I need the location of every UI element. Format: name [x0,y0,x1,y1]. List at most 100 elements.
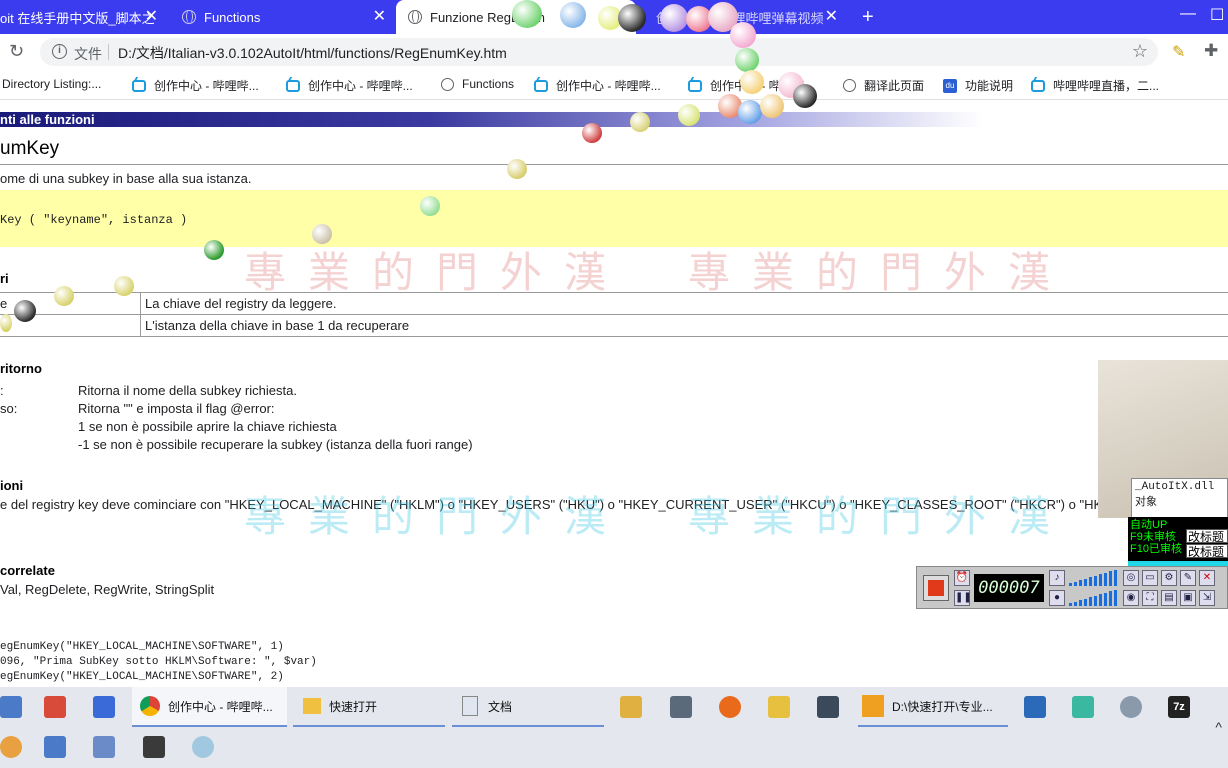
ball-decoration [660,4,688,32]
taskbar-documents[interactable]: 文档 [452,687,604,727]
folder-icon[interactable] [768,696,790,718]
settings-icon[interactable]: ⚙ [1161,570,1177,586]
ball-decoration [740,70,764,94]
app-icon[interactable] [192,736,214,758]
address-url[interactable]: D:/文档/Italian-v3.0.102AutoIt/html/functi… [118,43,507,63]
ball-decoration [760,94,784,118]
webcam-icon[interactable]: ◎ [1123,570,1139,586]
close-icon[interactable]: ✕ [1199,570,1215,586]
bookmark-functions[interactable]: Functions [441,77,514,91]
app-icon[interactable] [1024,696,1046,718]
magnifier-icon[interactable] [719,696,741,718]
nav-banner-label: nti alle funzioni [0,112,95,127]
address-divider [108,44,109,60]
watermark: 專業的門外漢 [244,248,629,297]
alarm-icon[interactable]: ⏰ [954,570,970,586]
app-icon[interactable] [93,736,115,758]
search-icon[interactable] [620,696,642,718]
bookmark-label: 创作中心 - 哔哩哔... [154,79,259,93]
taskbar-quick-open[interactable]: 快速打开 [293,687,445,727]
ball-decoration [735,48,759,72]
reload-icon[interactable]: ↻ [9,41,24,62]
taskbar-quick-open-folder[interactable]: D:\快速打开\专业... [858,687,1008,727]
recording-timer: 000007 [974,574,1044,602]
app-icon[interactable] [93,696,115,718]
app-icon[interactable] [44,736,66,758]
globe-icon [408,10,422,24]
soccer-ball-decoration [582,123,602,143]
info-icon[interactable]: i [52,44,67,59]
return-label: : [0,383,4,398]
close-icon[interactable]: ✕ [145,9,158,25]
app-icon[interactable] [1120,696,1142,718]
document-icon [462,696,478,716]
watermark: 專業的門外漢 [688,248,1073,297]
bookmark-directory-listing[interactable]: Directory Listing:... [2,77,101,91]
ball-decoration [630,112,650,132]
puzzle-icon[interactable]: ✚ [1204,41,1218,61]
ball-decoration [507,159,527,179]
taskbar-label: 快速打开 [329,699,378,714]
soccer-ball-decoration [204,240,224,260]
soccer-ball-decoration [14,300,36,322]
pen-icon[interactable]: ✎ [1180,570,1196,586]
star-icon[interactable]: ☆ [1132,41,1148,62]
code-line: 096, "Prima SubKey sotto HKLM\Software: … [0,656,317,668]
bookmark-bilibili-live[interactable]: 哔哩哔哩直播，二... [1031,77,1159,94]
monitor-icon[interactable]: ▣ [1180,590,1196,606]
taskbar-label: 文档 [488,699,513,714]
return-text: 1 se non è possibile aprire la chiave ri… [78,419,337,434]
microphone-icon[interactable]: ● [1049,590,1065,606]
maximize-button[interactable]: ☐ [1210,5,1224,25]
bookmark-label: 创作中心 - 哔哩哔... [556,79,661,93]
app-icon[interactable] [1072,696,1094,718]
minimize-button[interactable]: — [1180,5,1196,23]
app-icon[interactable] [0,696,22,718]
bilibili-icon [132,79,146,92]
browser-toolbar: ↻ i 文件 D:/文档/Italian-v3.0.102AutoIt/html… [0,34,1228,70]
rename-title-button[interactable]: 改标题 [1186,529,1228,544]
close-icon[interactable]: ✕ [373,9,386,25]
app-icon[interactable] [44,696,66,718]
globe-icon [843,79,856,92]
fullscreen-icon[interactable]: ⛶ [1142,590,1158,606]
chevron-up-icon[interactable]: ^ [1215,719,1222,735]
speaker-icon[interactable]: ♪ [1049,570,1065,586]
new-tab-button[interactable]: + [862,7,874,27]
tab-functions[interactable]: Functions ✕ [170,0,396,34]
taskbar-chrome[interactable]: 创作中心 - 哔哩哔... [132,687,287,727]
address-bar[interactable]: i 文件 D:/文档/Italian-v3.0.102AutoIt/html/f… [40,38,1158,66]
extension-icon[interactable]: ✎ [1172,42,1185,62]
bilibili-icon [1031,79,1045,92]
rename-title-button[interactable]: 改标题 [1186,544,1228,559]
bookmark-bilibili-2[interactable]: 创作中心 - 哔哩哔... [286,77,413,94]
bilibili-icon [534,79,548,92]
bookmark-label: 翻译此页面 [864,79,925,93]
stop-record-button[interactable] [923,575,949,601]
export-icon[interactable]: ⇲ [1199,590,1215,606]
folder-icon[interactable]: ▭ [1142,570,1158,586]
return-text: Ritorna "" e imposta il flag @error: [78,401,275,416]
calendar-icon[interactable] [143,736,165,758]
mic-level-meter [1069,590,1119,606]
bookmark-label: 创作中心 - 哔哩哔... [308,79,413,93]
pause-icon[interactable]: ❚❚ [954,590,972,606]
syntax-text: Key ( "keyname", istanza ) [0,213,188,227]
bookmark-bilibili-3[interactable]: 创作中心 - 哔哩哔... [534,77,661,94]
return-heading: ritorno [0,361,42,376]
functions-nav-banner[interactable]: nti alle funzioni [0,112,1228,127]
related-links[interactable]: Val, RegDelete, RegWrite, StringSplit [0,582,214,597]
window-icon[interactable]: ▤ [1161,590,1177,606]
region-icon[interactable]: ◉ [1123,590,1139,606]
bookmark-translate[interactable]: 翻译此页面 [843,77,924,94]
param-desc: L'istanza della chiave in base 1 da recu… [145,318,410,333]
bookmark-feature-description[interactable]: du 功能说明 [943,77,1013,94]
ball-decoration [730,22,756,48]
app-icon[interactable] [0,736,22,758]
bookmark-bilibili-1[interactable]: 创作中心 - 哔哩哔... [132,77,259,94]
app-icon[interactable] [670,696,692,718]
film-icon[interactable] [817,696,839,718]
tab-autoit-manual[interactable]: oit 在线手册中文版_脚本之 ✕ [0,0,168,34]
close-icon[interactable]: ✕ [825,9,838,25]
7zip-icon[interactable]: 7z [1168,696,1190,718]
